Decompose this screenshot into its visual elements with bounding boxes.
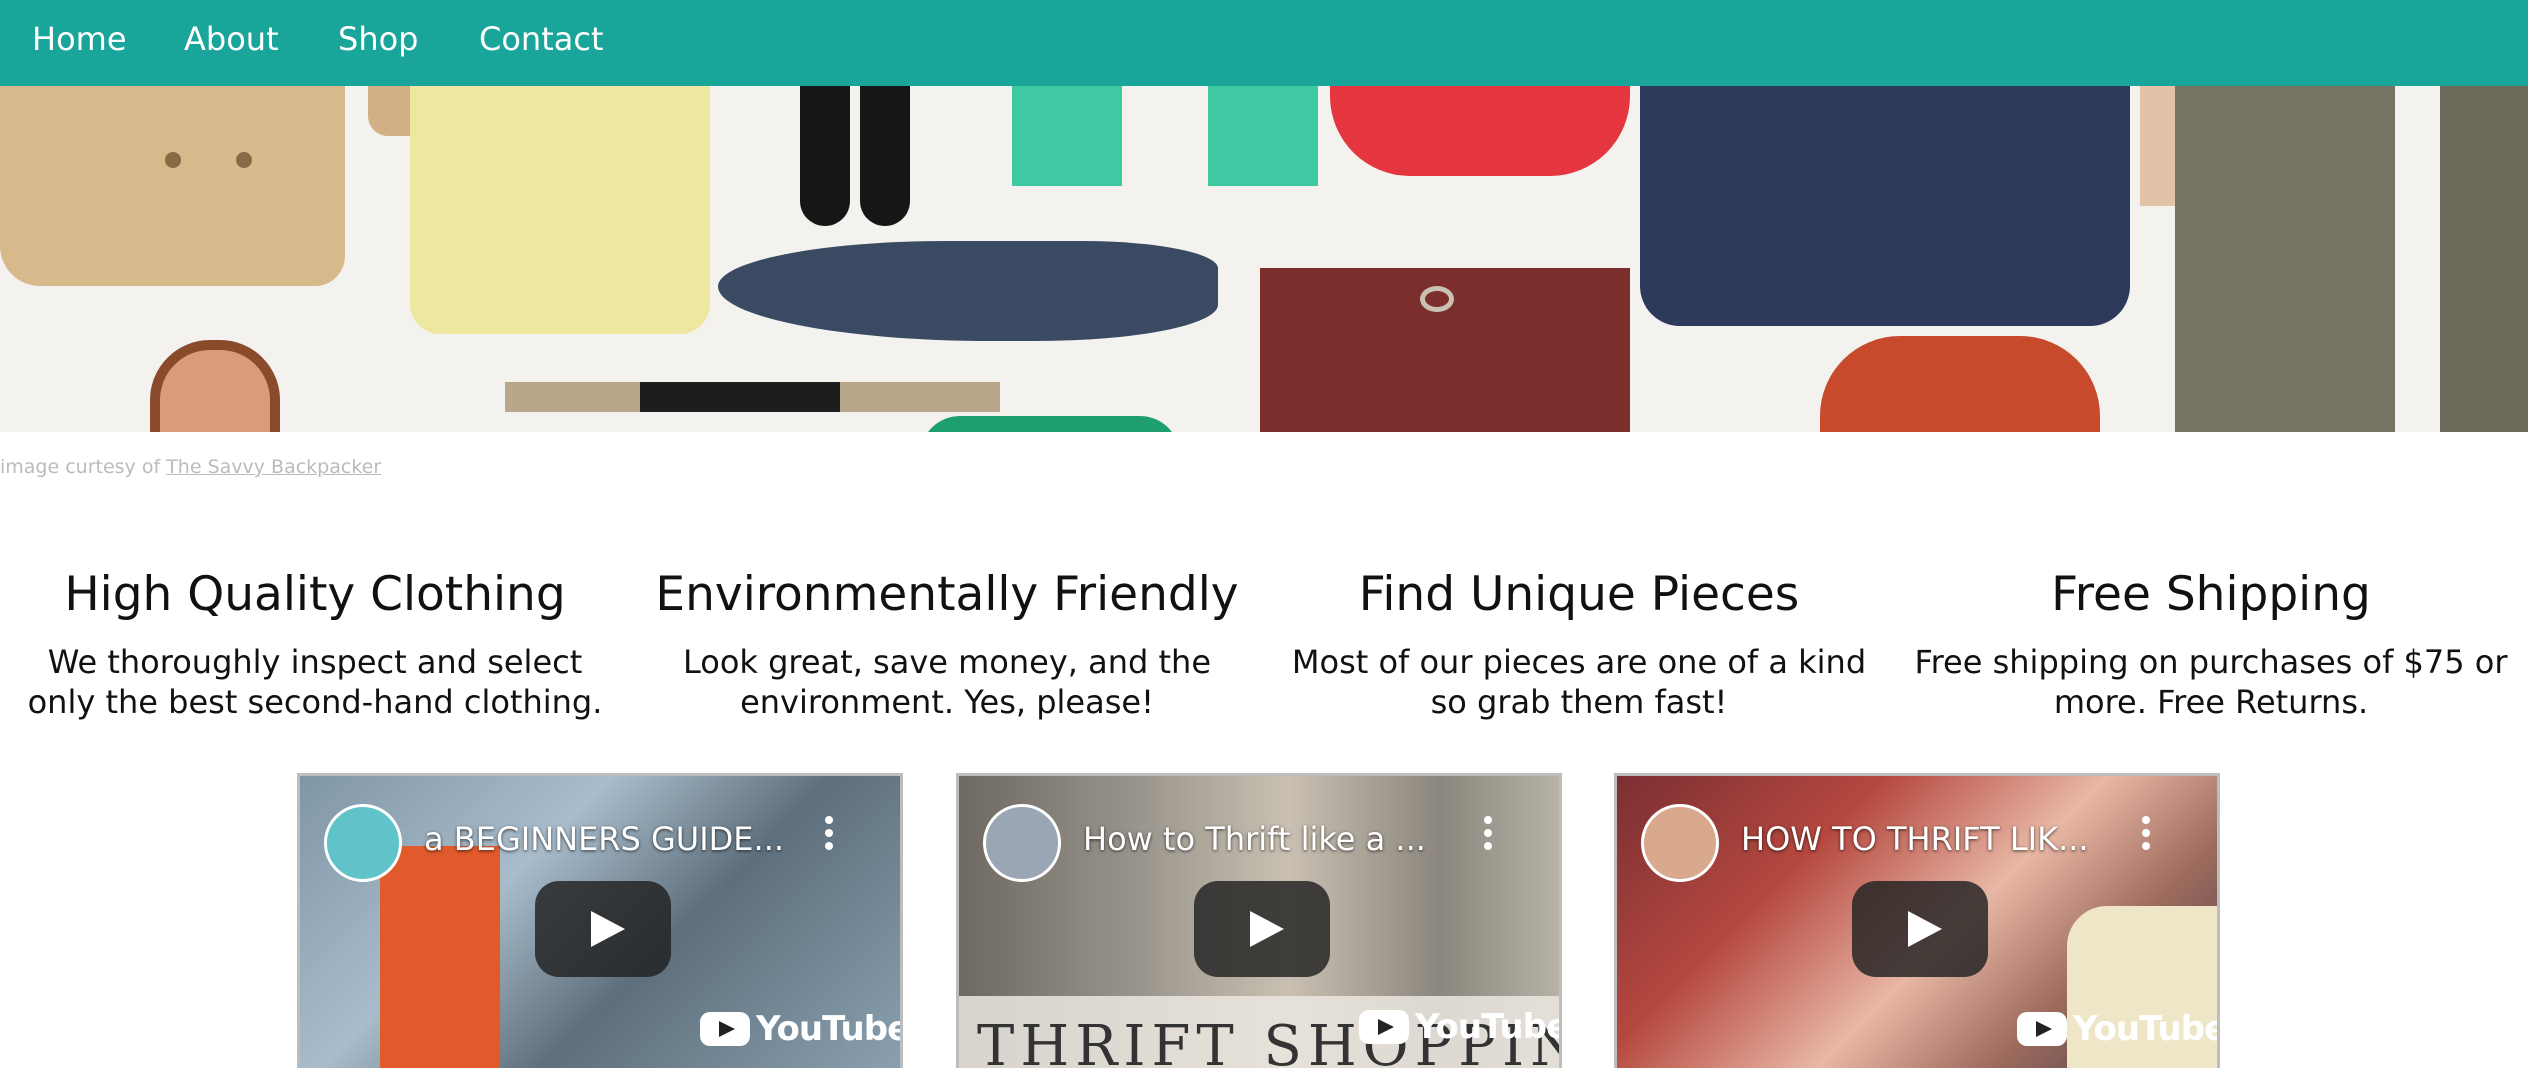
feature-title: High Quality Clothing <box>64 567 566 622</box>
more-options-icon[interactable] <box>2141 816 2151 856</box>
more-options-icon[interactable] <box>824 816 834 856</box>
youtube-icon <box>2017 1012 2067 1046</box>
channel-avatar[interactable] <box>983 804 1061 882</box>
play-icon[interactable] <box>1194 881 1330 977</box>
youtube-logo[interactable]: YouTube <box>700 1006 903 1052</box>
youtube-logo-text: YouTube <box>1415 1007 1562 1047</box>
feature-description: Free shipping on purchases of $75 or mor… <box>1914 643 2508 721</box>
feature-title: Free Shipping <box>2051 567 2371 622</box>
video-title[interactable]: a BEGINNERS GUIDE... <box>424 820 784 858</box>
youtube-logo[interactable]: YouTube <box>2017 1006 2220 1052</box>
video-embed-2[interactable]: THRIFT SHOPPING How to Thrift like a ...… <box>956 773 1562 1068</box>
nav-link-about[interactable]: About <box>184 14 279 64</box>
feature-unique: Find Unique Pieces Most of our pieces ar… <box>1279 560 1879 722</box>
feature-title: Environmentally Friendly <box>655 567 1239 622</box>
feature-shipping: Free Shipping Free shipping on purchases… <box>1911 560 2511 722</box>
nav-link-shop[interactable]: Shop <box>338 14 418 64</box>
video-embed-1[interactable]: a BEGINNERS GUIDE... YouTube <box>297 773 903 1068</box>
feature-quality: High Quality Clothing We thoroughly insp… <box>15 560 615 722</box>
video-thumbnail-detail <box>380 846 500 1068</box>
feature-environment: Environmentally Friendly Look great, sav… <box>647 560 1247 722</box>
channel-avatar[interactable] <box>1641 804 1719 882</box>
feature-description: Most of our pieces are one of a kind so … <box>1291 643 1867 721</box>
hero-clothing-image <box>0 86 2528 432</box>
feature-description: Look great, save money, and the environm… <box>682 643 1212 721</box>
nav-link-home[interactable]: Home <box>32 14 127 64</box>
video-title[interactable]: How to Thrift like a ... <box>1083 820 1426 858</box>
video-embed-3[interactable]: HOW TO THRIFT LIK... YouTube <box>1614 773 2220 1068</box>
more-options-icon[interactable] <box>1483 816 1493 856</box>
channel-avatar[interactable] <box>324 804 402 882</box>
feature-description: We thoroughly inspect and select only th… <box>27 643 603 721</box>
video-title[interactable]: HOW TO THRIFT LIK... <box>1741 820 2089 858</box>
nav-link-contact[interactable]: Contact <box>479 14 604 64</box>
play-icon[interactable] <box>535 881 671 977</box>
image-credit: image curtesy of The Savvy Backpacker <box>0 456 381 478</box>
image-credit-link[interactable]: The Savvy Backpacker <box>166 456 381 478</box>
youtube-logo[interactable]: YouTube <box>1359 1004 1562 1050</box>
top-navigation: Home About Shop Contact <box>0 0 2528 86</box>
play-icon[interactable] <box>1852 881 1988 977</box>
youtube-logo-text: YouTube <box>2073 1009 2220 1049</box>
image-credit-text: image curtesy of <box>0 456 161 478</box>
youtube-icon <box>700 1012 750 1046</box>
youtube-logo-text: YouTube <box>756 1009 903 1049</box>
feature-title: Find Unique Pieces <box>1358 567 1800 622</box>
youtube-icon <box>1359 1010 1409 1044</box>
